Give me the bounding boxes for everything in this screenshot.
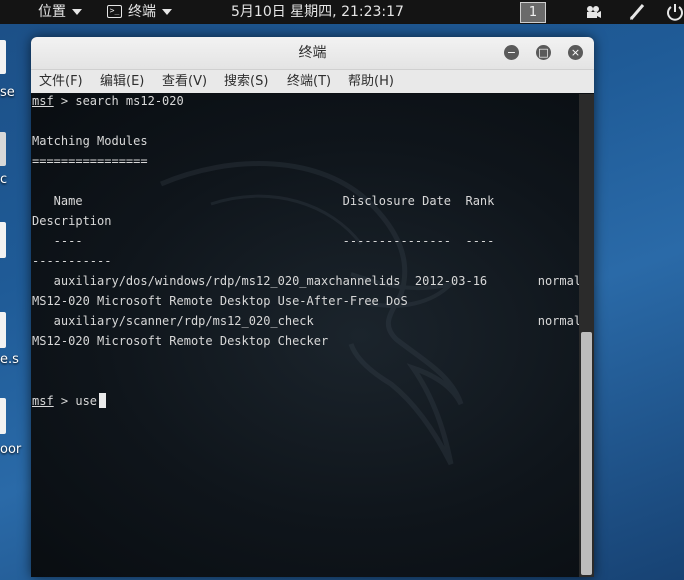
app-menu-label: 终端 <box>128 4 156 20</box>
table-header-dashes: ----------- <box>32 254 112 268</box>
msf-prompt: msf <box>32 394 54 408</box>
desktop-file-icon[interactable] <box>0 312 6 348</box>
places-menu[interactable]: 位置 <box>38 0 82 24</box>
use-command: > use <box>53 394 98 408</box>
table-row: auxiliary/scanner/rdp/ms12_020_check nor… <box>32 314 579 328</box>
msf-prompt: msf <box>32 94 54 108</box>
maximize-button[interactable]: □ <box>536 45 551 60</box>
desktop-icon-label[interactable]: c <box>0 172 7 187</box>
close-button[interactable]: × <box>568 45 583 60</box>
terminal-scrollbar[interactable] <box>579 94 594 577</box>
menu-help[interactable]: 帮助(H) <box>348 70 394 93</box>
text-cursor <box>99 393 107 408</box>
table-row-description: MS12-020 Microsoft Remote Desktop Use-Af… <box>32 294 408 308</box>
window-title: 终端 <box>298 45 327 61</box>
table-header: Name Disclosure Date Rank <box>32 194 495 208</box>
menu-view[interactable]: 查看(V) <box>162 70 207 93</box>
desktop-file-icon[interactable] <box>0 398 6 434</box>
scrollbar-thumb[interactable] <box>581 332 592 575</box>
workspace-indicator[interactable]: 1 <box>520 2 546 23</box>
desktop-file-icon[interactable] <box>0 132 6 166</box>
menu-file[interactable]: 文件(F) <box>39 70 83 93</box>
menu-edit[interactable]: 编辑(E) <box>100 70 144 93</box>
desktop-icon-label[interactable]: oor <box>0 442 21 457</box>
menu-bar: 文件(F) 编辑(E) 查看(V) 搜索(S) 终端(T) 帮助(H) <box>31 70 594 93</box>
menu-search[interactable]: 搜索(S) <box>224 70 268 93</box>
desktop-icon-label[interactable]: se <box>0 85 15 100</box>
desktop-icon-label[interactable]: e.s <box>0 352 19 367</box>
places-label: 位置 <box>38 4 66 20</box>
table-row-description: MS12-020 Microsoft Remote Desktop Checke… <box>32 334 329 348</box>
top-panel: 位置 >_ 终端 5月10日 星期四, 21:23:17 1 <box>0 0 684 24</box>
terminal-line: msf > search ms12-020 <box>32 94 184 111</box>
terminal-line: msf > use <box>32 391 107 411</box>
clock[interactable]: 5月10日 星期四, 21:23:17 <box>231 0 404 24</box>
chevron-down-icon <box>162 9 172 15</box>
terminal-icon: >_ <box>107 4 122 18</box>
table-header-description: Description <box>32 214 112 228</box>
camera-icon[interactable] <box>584 3 602 21</box>
minimize-button[interactable]: − <box>504 45 519 60</box>
app-menu[interactable]: >_ 终端 <box>107 0 172 24</box>
table-header-dashes: ---- --------------- ---- <box>32 234 495 248</box>
desktop-file-icon[interactable] <box>0 222 6 258</box>
search-command: > search ms12-020 <box>53 94 184 108</box>
heading-rule: ================ <box>32 154 148 168</box>
terminal-window: 终端 − □ × 文件(F) 编辑(E) 查看(V) 搜索(S) 终端(T) 帮… <box>31 37 594 577</box>
chevron-down-icon <box>72 9 82 15</box>
power-icon[interactable] <box>666 3 684 21</box>
table-row: auxiliary/dos/windows/rdp/ms12_020_maxch… <box>32 274 579 288</box>
pen-tool-icon[interactable] <box>628 3 646 21</box>
desktop-file-icon[interactable] <box>0 40 6 74</box>
window-titlebar[interactable]: 终端 − □ × <box>31 37 594 70</box>
menu-terminal[interactable]: 终端(T) <box>287 70 331 93</box>
terminal-output[interactable]: msf > search ms12-020 Matching Modules =… <box>31 94 579 577</box>
matching-heading: Matching Modules <box>32 134 148 148</box>
